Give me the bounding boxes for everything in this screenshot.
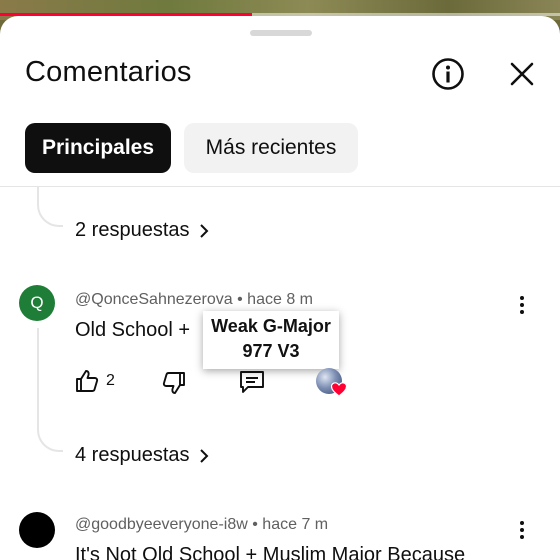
tab-mas-recientes[interactable]: Más recientes [184, 123, 358, 173]
thumbs-up-icon [76, 370, 99, 392]
like-button[interactable]: 2 [74, 368, 115, 394]
avatar[interactable] [19, 512, 55, 548]
sheet-title: Comentarios [25, 56, 192, 88]
comments-sheet: Comentarios Principales Más recientes 2 … [0, 16, 560, 560]
comment-more-button[interactable] [508, 291, 536, 319]
thumbs-down-icon [162, 372, 185, 394]
avatar[interactable]: Q [19, 285, 55, 321]
chevron-right-icon [199, 223, 208, 238]
info-button[interactable] [428, 54, 468, 94]
close-button[interactable] [502, 54, 542, 94]
chevron-right-icon [199, 448, 208, 463]
comment-meta: @QonceSahnezerova • hace 8 m [75, 291, 313, 308]
header-divider [0, 186, 560, 187]
like-count: 2 [106, 372, 115, 389]
comment-text: Old School + [75, 319, 191, 341]
info-icon [432, 58, 464, 90]
replies-link[interactable]: 4 respuestas [75, 444, 210, 467]
comment-text: It's Not Old School + Muslim Major Becau… [75, 544, 466, 560]
replies-count: 4 respuestas [75, 444, 190, 466]
close-icon [510, 62, 534, 86]
comment-more-button[interactable] [508, 516, 536, 544]
comment-author[interactable]: @QonceSahnezerova [75, 291, 233, 308]
replies-count: 2 respuestas [75, 219, 190, 241]
comment-icon [240, 371, 264, 393]
drag-handle[interactable] [250, 30, 312, 36]
comment-time: hace 8 m [247, 291, 313, 308]
comment-time: hace 7 m [262, 516, 329, 533]
video-text-overlay: Weak G-Major 977 V3 [203, 311, 339, 369]
thread-connector [37, 416, 63, 452]
avatar-letter: Q [30, 293, 44, 312]
comment-meta: @goodbyeeveryone-i8w • hace 7 m [75, 516, 329, 533]
overlay-line-2: 977 V3 [242, 341, 300, 361]
comment-author[interactable]: @goodbyeeveryone-i8w [75, 516, 248, 533]
reply-button[interactable] [238, 369, 266, 395]
thread-connector [37, 187, 63, 227]
thread-line [37, 328, 39, 428]
tab-principales[interactable]: Principales [25, 123, 171, 173]
overlay-line-1: Weak G-Major [211, 316, 331, 336]
dislike-button[interactable] [161, 370, 187, 396]
replies-link[interactable]: 2 respuestas [75, 219, 210, 242]
heart-icon [331, 382, 347, 397]
